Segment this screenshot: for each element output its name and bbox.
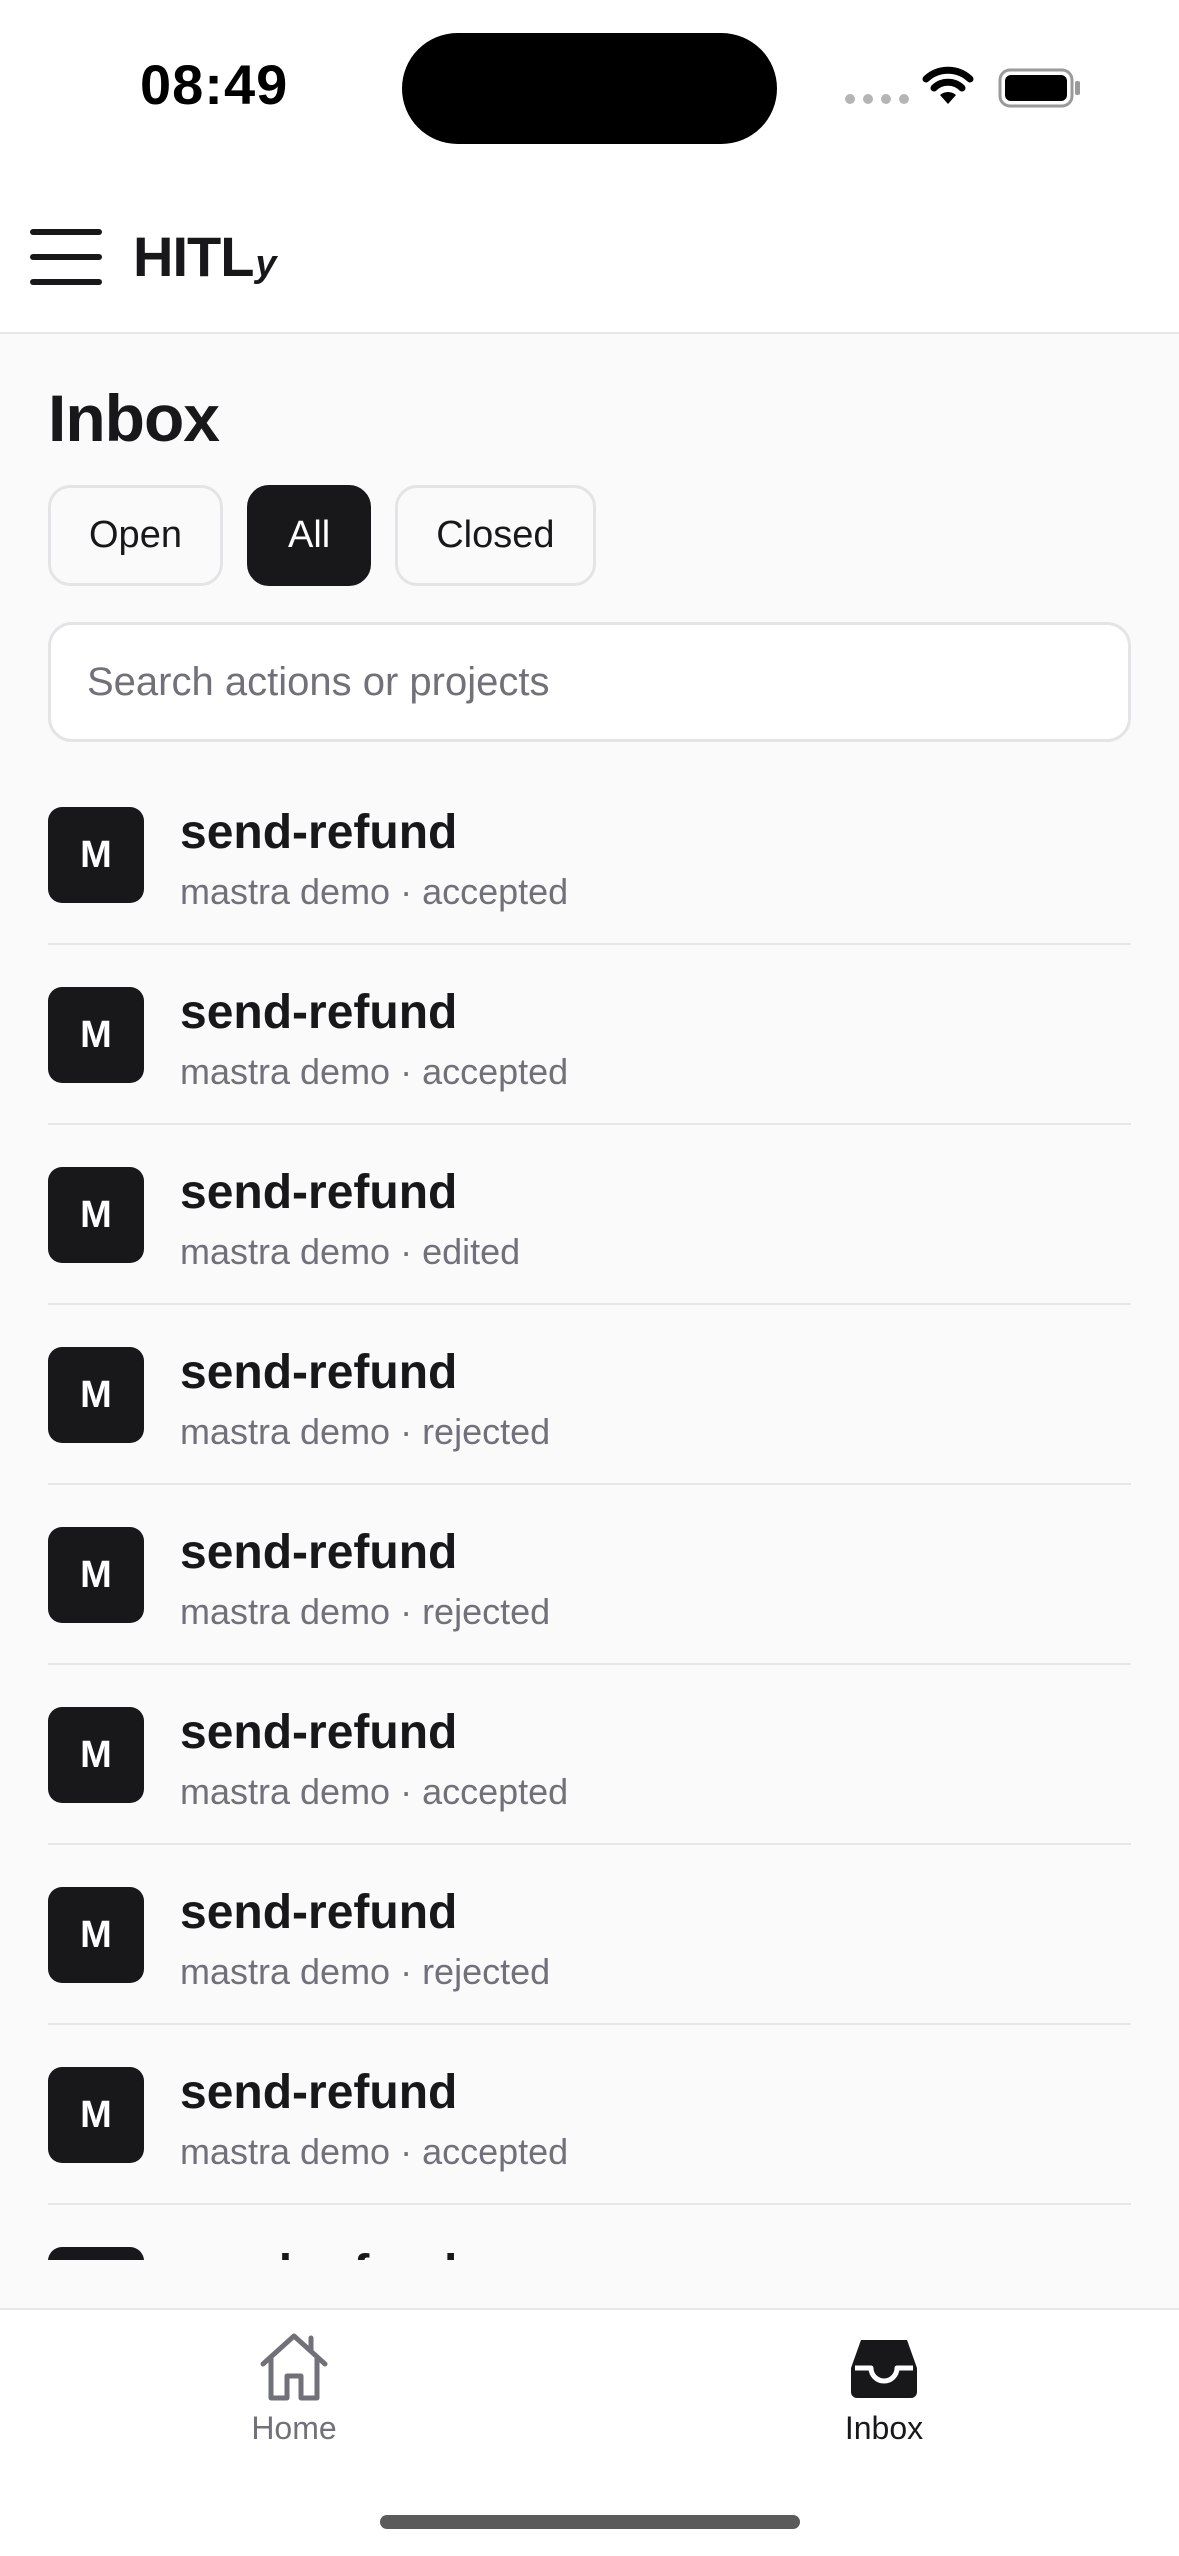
item-title: send-refund xyxy=(180,2066,458,2119)
list-item[interactable]: M send-refund mastra demo · accepted xyxy=(48,765,1131,945)
tab-inbox[interactable]: Inbox xyxy=(754,2330,1014,2447)
filter-tab-all[interactable]: All xyxy=(246,485,372,586)
search-input[interactable] xyxy=(51,625,1128,739)
tab-inbox-label: Inbox xyxy=(844,2410,924,2446)
status-bar: 08:49 xyxy=(0,0,1179,180)
avatar: M xyxy=(48,1347,144,1443)
item-title: send-refund xyxy=(180,806,458,859)
item-title: send-refund xyxy=(180,1526,458,1579)
item-title: send-refund xyxy=(180,1166,458,1219)
filter-tab-closed[interactable]: Closed xyxy=(395,485,596,586)
hamburger-menu-icon[interactable] xyxy=(30,229,102,285)
home-icon xyxy=(260,2333,328,2401)
dynamic-island xyxy=(402,33,777,144)
battery-icon xyxy=(998,68,1080,108)
item-title: send-refund xyxy=(180,1886,458,1939)
wifi-icon xyxy=(922,66,974,104)
item-title: send-refund xyxy=(180,2245,457,2260)
item-title: send-refund xyxy=(180,1346,458,1399)
item-subtitle: mastra demo · accepted xyxy=(180,2131,569,2172)
list-item[interactable]: M send-refund mastra demo · accepted xyxy=(48,2025,1131,2205)
list-item[interactable]: M send-refund mastra demo · accepted xyxy=(48,1665,1131,1845)
list-item[interactable]: M send-refund xyxy=(48,2205,1131,2260)
item-subtitle: mastra demo · edited xyxy=(180,1231,521,1272)
item-subtitle: mastra demo · rejected xyxy=(180,1411,551,1452)
item-subtitle: mastra demo · rejected xyxy=(180,1951,551,1992)
signal-dots-icon xyxy=(845,94,909,104)
list-item[interactable]: M send-refund mastra demo · rejected xyxy=(48,1845,1131,2025)
item-subtitle: mastra demo · rejected xyxy=(180,1591,551,1632)
avatar: M xyxy=(48,987,144,1083)
list-item[interactable]: M send-refund mastra demo · accepted xyxy=(48,945,1131,1125)
avatar: M xyxy=(48,1167,144,1263)
logo-main: HITL xyxy=(133,225,254,288)
item-title: send-refund xyxy=(180,986,458,1039)
avatar: M xyxy=(48,1527,144,1623)
item-subtitle: mastra demo · accepted xyxy=(180,1771,569,1812)
item-subtitle: mastra demo · accepted xyxy=(180,1051,569,1092)
avatar: M xyxy=(48,2067,144,2163)
home-indicator xyxy=(380,2515,800,2529)
app-logo: HITLy xyxy=(133,224,277,289)
search-box xyxy=(48,622,1131,742)
filter-tab-open[interactable]: Open xyxy=(48,485,223,586)
list-item[interactable]: M send-refund mastra demo · rejected xyxy=(48,1305,1131,1485)
filter-tabs: Open All Closed xyxy=(48,485,596,586)
logo-sub: y xyxy=(255,243,276,285)
avatar: M xyxy=(48,807,144,903)
status-time: 08:49 xyxy=(140,53,289,116)
tab-home-label: Home xyxy=(251,2410,337,2446)
avatar: M xyxy=(48,2247,144,2260)
inbox-tray-icon xyxy=(851,2340,917,2398)
list-item[interactable]: M send-refund mastra demo · rejected xyxy=(48,1485,1131,1665)
action-list: M send-refund mastra demo · accepted M s… xyxy=(0,765,1179,2260)
item-title: send-refund xyxy=(180,1706,458,1759)
app-header: HITLy xyxy=(0,180,1179,334)
avatar: M xyxy=(48,1707,144,1803)
tab-home[interactable]: Home xyxy=(164,2330,424,2447)
item-subtitle: mastra demo · accepted xyxy=(180,871,569,912)
avatar: M xyxy=(48,1887,144,1983)
page-title: Inbox xyxy=(48,381,220,455)
list-item[interactable]: M send-refund mastra demo · edited xyxy=(48,1125,1131,1305)
